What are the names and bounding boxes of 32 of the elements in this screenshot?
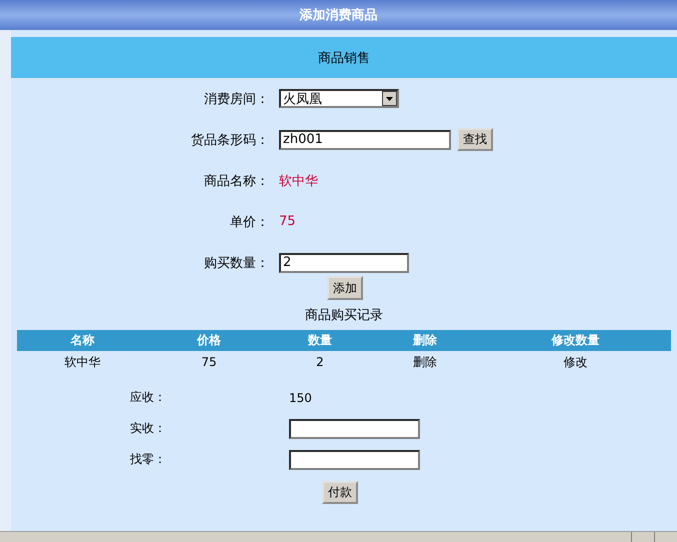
payment-label: 实收： — [130, 420, 167, 437]
column-header: 数量 — [306, 332, 333, 349]
table-cell-text: 软中华 — [64, 354, 102, 370]
records-title: 商品购买记录 — [305, 308, 383, 323]
field-label: 购买数量： — [203, 254, 270, 272]
input-field[interactable]: 2 — [279, 252, 409, 272]
row-action-link[interactable]: 删除 — [370, 354, 480, 370]
table-cell-text: 75 — [200, 355, 218, 369]
search-button[interactable]: 查找 — [457, 128, 493, 151]
pay-button[interactable]: 付款 — [322, 481, 358, 504]
field-label: 单价： — [229, 214, 270, 230]
field-label: 货品条形码： — [190, 132, 270, 148]
add-button[interactable]: 添加 — [327, 276, 363, 300]
field-value: 75 — [279, 214, 296, 229]
room-dropdown[interactable]: 火凤凰 — [279, 89, 399, 108]
page-title: 添加消费商品 — [300, 6, 378, 24]
field-value: 软中华 — [279, 172, 318, 190]
column-header: 修改数量 — [550, 332, 600, 349]
column-header: 名称 — [69, 332, 96, 349]
amount-value: 150 — [289, 390, 312, 404]
section-title: 商品销售 — [318, 50, 370, 66]
input-field[interactable] — [289, 450, 420, 470]
column-header: 删除 — [412, 332, 438, 349]
table-cell-text: 2 — [315, 355, 325, 369]
field-label: 商品名称： — [203, 172, 270, 190]
input-field[interactable]: zh001 — [279, 130, 451, 150]
field-label: 消费房间： — [203, 90, 270, 108]
payment-label: 应收： — [130, 389, 167, 406]
column-header: 价格 — [196, 332, 222, 349]
input-field[interactable] — [289, 418, 420, 438]
payment-label: 找零： — [130, 451, 167, 468]
row-action-link[interactable]: 修改 — [480, 354, 671, 370]
